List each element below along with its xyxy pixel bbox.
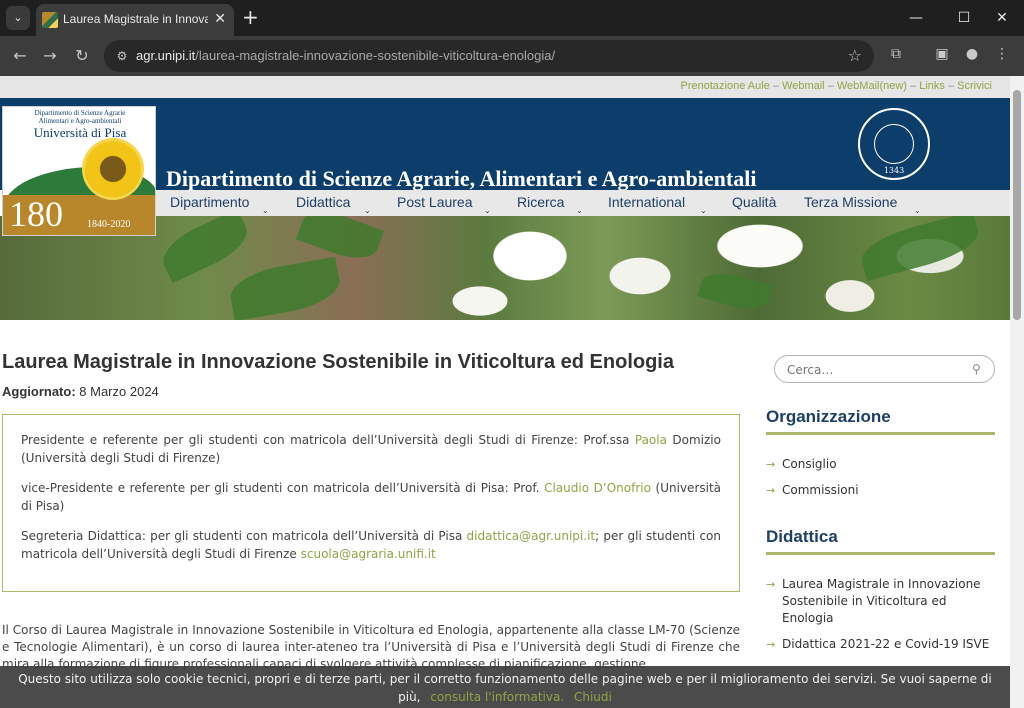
logo-university: Università di Pisa bbox=[33, 125, 127, 140]
arrow-right-icon: → bbox=[766, 484, 776, 497]
reload-icon[interactable]: ↻ bbox=[70, 44, 94, 68]
sidebar-heading-organizzazione: Organizzazione bbox=[766, 407, 891, 426]
profile-avatar-icon[interactable]: ● bbox=[962, 44, 982, 64]
seal-year: 1343 bbox=[883, 166, 905, 175]
maximize-icon[interactable]: ☐ bbox=[944, 6, 984, 30]
vice-president-paragraph: vice-Presidente e referente per gli stud… bbox=[21, 481, 722, 513]
arrow-right-icon: → bbox=[766, 578, 776, 591]
page-scrollbar[interactable] bbox=[1010, 76, 1024, 708]
utility-link-webmail-new[interactable]: WebMail(new) bbox=[837, 80, 907, 92]
nav-dipartimento[interactable]: Dipartimento bbox=[170, 194, 249, 210]
chevron-down-icon: ⌄ bbox=[700, 206, 707, 215]
university-seal-icon: 1343 bbox=[858, 108, 930, 180]
sidebar-divider bbox=[766, 552, 995, 555]
main-nav: Dipartimento ⌄ Didattica ⌄ Post Laurea ⌄… bbox=[156, 190, 1010, 216]
page-viewport: Prenotazione Aule – Webmail – WebMail(ne… bbox=[0, 76, 1024, 708]
cookie-banner: Questo sito utilizza solo cookie tecnici… bbox=[0, 666, 1010, 708]
link-didattica-email[interactable]: didattica@agr.unipi.it bbox=[467, 529, 596, 543]
sidebar-item-consiglio[interactable]: → Consiglio bbox=[766, 456, 995, 473]
tab-title: Laurea Magistrale in Innovazione Sosteni… bbox=[63, 12, 208, 26]
browser-tabbar: ⌄ Laurea Magistrale in Innovazione Soste… bbox=[0, 0, 1024, 36]
chevron-down-icon: ⌄ bbox=[914, 206, 921, 215]
extensions-puzzle-icon[interactable]: ⧉ bbox=[886, 44, 906, 64]
active-tab[interactable]: Laurea Magistrale in Innovazione Sosteni… bbox=[36, 4, 234, 36]
browser-menu-icon[interactable]: ⋮ bbox=[992, 44, 1012, 64]
link-paola[interactable]: Paola bbox=[635, 433, 667, 447]
browser-toolbar: ← → ↻ ⚙ agr.unipi.it/laurea-magistrale-i… bbox=[0, 36, 1024, 76]
scrollbar-thumb[interactable] bbox=[1013, 90, 1021, 320]
site-info-icon[interactable]: ⚙ bbox=[114, 48, 130, 64]
minimize-icon[interactable]: — bbox=[896, 6, 936, 30]
utility-link-links[interactable]: Links bbox=[919, 80, 945, 92]
secretariat-paragraph: Segreteria Didattica: per gli studenti c… bbox=[21, 529, 721, 561]
tab-search-chevron-icon[interactable]: ⌄ bbox=[6, 6, 30, 30]
logo-dept-line1: Dipartimento di Scienze Agrarie bbox=[34, 109, 126, 117]
sidebar-heading-didattica: Didattica bbox=[766, 527, 838, 546]
chevron-down-icon: ⌄ bbox=[576, 206, 583, 215]
back-arrow-icon[interactable]: ← bbox=[8, 44, 32, 68]
utility-link-prenotazione[interactable]: Prenotazione Aule bbox=[680, 80, 769, 92]
updated-date: Aggiornato: 8 Marzo 2024 bbox=[2, 384, 159, 399]
arrow-right-icon: → bbox=[766, 458, 776, 471]
nav-qualita[interactable]: Qualità bbox=[732, 194, 776, 210]
site-favicon-icon bbox=[42, 12, 58, 28]
tab-close-icon[interactable]: ✕ bbox=[214, 10, 226, 28]
sunflower-icon bbox=[85, 141, 141, 197]
logo-dept-line2: Alimentari e Agro-ambientali bbox=[38, 117, 122, 125]
president-paragraph: Presidente e referente per gli studenti … bbox=[21, 433, 721, 465]
arrow-right-icon: → bbox=[766, 638, 776, 651]
chevron-down-icon: ⌄ bbox=[484, 206, 491, 215]
department-title: Dipartimento di Scienze Agrarie, Aliment… bbox=[166, 166, 757, 191]
nav-terza-missione[interactable]: Terza Missione bbox=[804, 194, 897, 210]
cookie-close-link[interactable]: Chiudi bbox=[574, 690, 612, 704]
contacts-box: Presidente e referente per gli studenti … bbox=[2, 414, 740, 592]
utility-link-webmail[interactable]: Webmail bbox=[782, 80, 825, 92]
cookie-info-link[interactable]: consulta l'informativa. bbox=[430, 690, 564, 704]
forward-arrow-icon[interactable]: → bbox=[38, 44, 62, 68]
address-bar[interactable]: ⚙ agr.unipi.it/laurea-magistrale-innovaz… bbox=[104, 40, 874, 72]
link-claudio-donofrio[interactable]: Claudio D’Onofrio bbox=[544, 481, 651, 495]
search-input[interactable] bbox=[787, 361, 967, 379]
link-scuola-email[interactable]: scuola@agraria.unifi.it bbox=[301, 547, 436, 561]
nav-international[interactable]: International bbox=[608, 194, 685, 210]
chevron-down-icon: ⌄ bbox=[262, 206, 269, 215]
new-tab-plus-icon[interactable]: + bbox=[242, 6, 259, 28]
logo-anniversary: 180 bbox=[9, 194, 63, 234]
sidebar-item-commissioni[interactable]: → Commissioni bbox=[766, 482, 995, 499]
sidebar-item-laurea-magistrale[interactable]: → Laurea Magistrale in Innovazione Sosten… bbox=[766, 576, 995, 627]
url-text: agr.unipi.it/laurea-magistrale-innovazio… bbox=[136, 48, 556, 63]
nav-ricerca[interactable]: Ricerca bbox=[517, 194, 564, 210]
page-title: Laurea Magistrale in Innovazione Sosteni… bbox=[2, 351, 674, 373]
utility-links-bar: Prenotazione Aule – Webmail – WebMail(ne… bbox=[0, 76, 1010, 98]
chevron-down-icon: ⌄ bbox=[364, 206, 371, 215]
window-close-icon[interactable]: ✕ bbox=[982, 6, 1022, 30]
nav-post-laurea[interactable]: Post Laurea bbox=[397, 194, 473, 210]
search-box: ⚲ bbox=[774, 355, 995, 383]
sidebar-item-didattica-covid[interactable]: → Didattica 2021-22 e Covid-19 ISVE bbox=[766, 636, 995, 653]
department-logo[interactable]: Dipartimento di Scienze Agrarie Alimenta… bbox=[2, 106, 156, 236]
search-icon[interactable]: ⚲ bbox=[972, 362, 986, 376]
bookmark-star-icon[interactable]: ☆ bbox=[848, 46, 862, 65]
side-panel-icon[interactable]: ▣ bbox=[932, 44, 952, 64]
utility-link-scrivici[interactable]: Scrivici bbox=[957, 80, 992, 92]
logo-years: 1840-2020 bbox=[87, 219, 131, 230]
nav-didattica[interactable]: Didattica bbox=[296, 194, 350, 210]
sidebar-divider bbox=[766, 432, 995, 435]
